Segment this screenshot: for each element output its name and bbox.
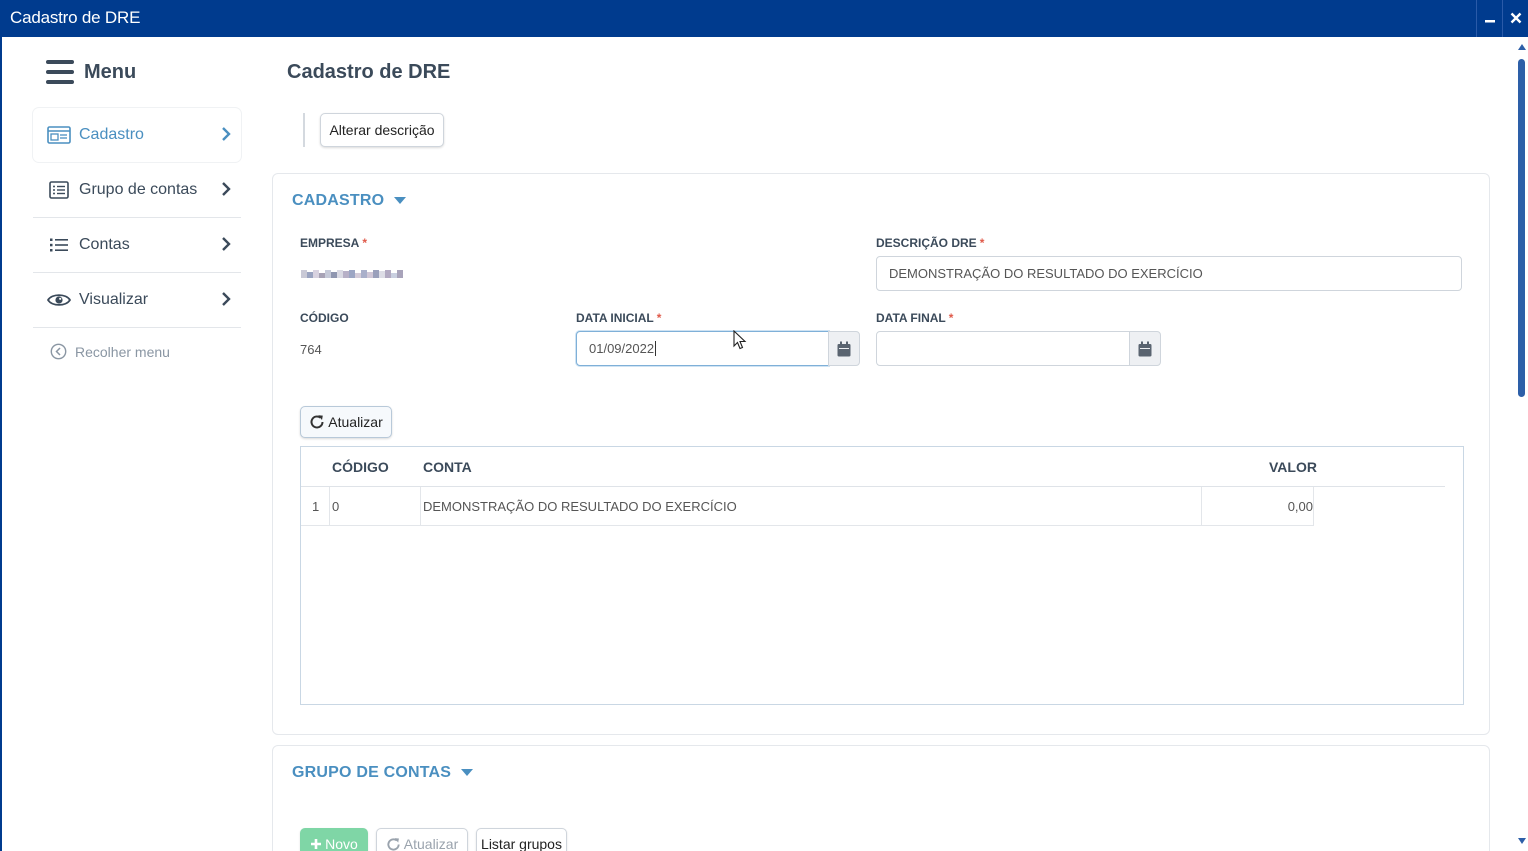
cell-conta: DEMONSTRAÇÃO DO RESULTADO DO EXERCÍCIO (423, 499, 737, 514)
alter-description-button[interactable]: Alterar descrição (320, 113, 444, 147)
menu-toggle[interactable]: Menu (46, 58, 136, 86)
sidebar-divider (33, 327, 241, 328)
column-header-valor[interactable]: VALOR (1269, 459, 1317, 475)
grupo-contas-section-header[interactable]: GRUPO DE CONTAS (292, 764, 474, 782)
table-row[interactable]: 1 0 DEMONSTRAÇÃO DO RESULTADO DO EXERCÍC… (301, 487, 1314, 526)
refresh-icon (310, 415, 324, 429)
sidebar-item-visualizar[interactable]: Visualizar (33, 273, 241, 327)
sidebar-item-grupo-de-contas[interactable]: Grupo de contas (33, 163, 241, 217)
close-button[interactable] (1502, 0, 1528, 37)
row-index: 1 (312, 499, 320, 514)
column-header-conta[interactable]: CONTA (423, 459, 472, 475)
data-final-calendar-button[interactable] (1129, 331, 1161, 366)
column-header-codigo[interactable]: CÓDIGO (332, 459, 389, 475)
calendar-icon (1138, 341, 1152, 356)
sidebar-item-label: Cadastro (79, 126, 144, 143)
grupo-contas-panel: GRUPO DE CONTAS Novo Atualizar Listar gr… (272, 745, 1490, 851)
refresh-groups-label: Atualizar (403, 836, 459, 851)
scrollbar-thumb[interactable] (1518, 59, 1525, 397)
window-title: Cadastro de DRE (10, 8, 141, 27)
vertical-scrollbar[interactable] (1516, 37, 1528, 851)
data-inicial-value: 01/09/2022 (589, 341, 655, 356)
cell-divider (420, 487, 421, 526)
data-final-input[interactable] (876, 331, 1130, 366)
data-inicial-calendar-button[interactable] (828, 331, 860, 366)
sidebar-item-label: Contas (79, 236, 130, 253)
scroll-up-arrow-icon[interactable] (1518, 43, 1526, 51)
collapse-menu-label: Recolher menu (75, 343, 170, 360)
section-title: GRUPO DE CONTAS (292, 764, 452, 781)
chevron-right-icon (222, 127, 231, 141)
window-border (0, 37, 2, 851)
chevron-right-icon (222, 237, 231, 251)
scroll-down-arrow-icon[interactable] (1518, 837, 1526, 845)
sidebar-item-contas[interactable]: Contas (33, 218, 241, 272)
caret-down-icon (394, 197, 407, 205)
calendar-icon (837, 341, 851, 356)
cell-valor: 0,00 (1287, 499, 1313, 514)
minimize-icon (1484, 20, 1495, 23)
data-inicial-label: DATA INICIAL * (576, 311, 662, 325)
cadastro-panel: CADASTRO EMPRESA * DESCRIÇÃO DRE * DEMONST… (272, 173, 1490, 735)
chevron-right-icon (222, 182, 231, 196)
refresh-button[interactable]: Atualizar (300, 406, 392, 438)
list-groups-button[interactable]: Listar grupos (476, 828, 567, 851)
text-caret (655, 341, 657, 356)
caret-down-icon (461, 769, 474, 777)
data-inicial-input[interactable]: 01/09/2022 (576, 331, 829, 366)
descricao-dre-label: DESCRIÇÃO DRE * (876, 236, 985, 250)
codigo-label: CÓDIGO (300, 311, 349, 325)
descricao-dre-input[interactable]: DEMONSTRAÇÃO DO RESULTADO DO EXERCÍCIO (876, 256, 1462, 291)
dre-accounts-table: CÓDIGO CONTA VALOR 1 0 DEMONSTRAÇÃO DO R… (300, 446, 1464, 705)
empresa-label: EMPRESA * (300, 236, 368, 250)
sidebar-item-cadastro[interactable]: Cadastro (33, 108, 241, 162)
toolbar-divider (303, 113, 305, 147)
new-group-button[interactable]: Novo (300, 828, 368, 851)
chevron-left-circle-icon (50, 343, 67, 360)
refresh-icon (387, 837, 400, 851)
plus-icon (311, 839, 322, 849)
sidebar-item-label: Visualizar (79, 291, 149, 308)
new-group-label: Novo (325, 836, 358, 851)
minimize-button[interactable] (1476, 0, 1502, 37)
section-title: CADASTRO (292, 192, 385, 209)
table-header: CÓDIGO CONTA VALOR (301, 447, 1445, 487)
refresh-label: Atualizar (328, 414, 383, 430)
cell-divider (329, 487, 330, 526)
eye-icon (47, 291, 71, 309)
list-icon (47, 236, 71, 254)
hamburger-icon (46, 60, 74, 84)
close-icon (1510, 12, 1521, 24)
cell-divider (1313, 487, 1314, 526)
refresh-groups-button[interactable]: Atualizar (376, 828, 468, 851)
menu-title: Menu (84, 60, 137, 83)
empresa-value-redacted (301, 270, 403, 278)
window-titlebar: Cadastro de DRE (0, 0, 1528, 37)
card-icon (47, 126, 71, 144)
codigo-value: 764 (300, 342, 322, 357)
sidebar-item-label: Grupo de contas (79, 181, 198, 198)
cell-codigo: 0 (332, 499, 340, 514)
mouse-pointer-icon (733, 330, 747, 350)
collapse-menu-button[interactable]: Recolher menu (50, 343, 170, 360)
chevron-right-icon (222, 292, 231, 306)
page-title: Cadastro de DRE (287, 61, 451, 83)
cadastro-section-header[interactable]: CADASTRO (292, 192, 407, 210)
list-box-icon (47, 181, 71, 199)
data-final-label: DATA FINAL * (876, 311, 954, 325)
